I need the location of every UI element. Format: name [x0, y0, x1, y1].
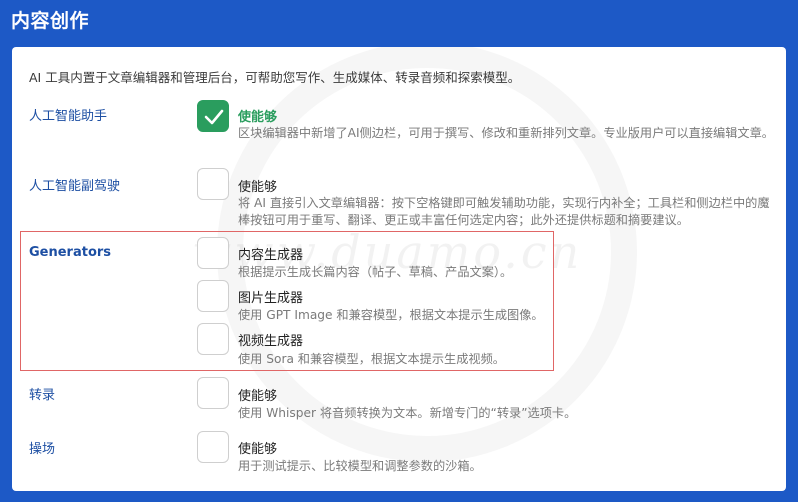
option-video-generator[interactable]: 视频生成器	[238, 330, 303, 349]
desc-image-generator: 使用 GPT Image 和兼容模型，根据文本提示生成图像。	[238, 308, 544, 322]
option-content-generator[interactable]: 内容生成器	[238, 244, 303, 263]
checkbox-ai-assistant[interactable]	[197, 100, 229, 132]
option-ai-copilot-enable[interactable]: 使能够	[238, 176, 277, 195]
checkbox-content-generator[interactable]	[197, 237, 229, 269]
checkbox-ai-copilot[interactable]	[197, 168, 229, 200]
option-ai-assistant-enable[interactable]: 使能够	[238, 106, 277, 125]
desc-video-generator: 使用 Sora 和兼容模型，根据文本提示生成视频。	[238, 352, 505, 366]
desc-ai-assistant: 区块编辑器中新增了AI侧边栏，可用于撰写、修改和重新排列文章。专业版用户可以直接…	[238, 126, 774, 140]
desc-transcription: 使用 Whisper 将音频转换为文本。新增专门的“转录”选项卡。	[238, 406, 577, 420]
settings-panel: www.duamo.cn AI 工具内置于文章编辑器和管理后台，可帮助您写作、生…	[12, 47, 786, 491]
checkbox-image-generator[interactable]	[197, 280, 229, 312]
option-image-generator[interactable]: 图片生成器	[238, 287, 303, 306]
option-transcription-enable[interactable]: 使能够	[238, 385, 277, 404]
checkbox-video-generator[interactable]	[197, 323, 229, 355]
option-playground-enable[interactable]: 使能够	[238, 438, 277, 457]
label-ai-copilot: 人工智能副驾驶	[29, 179, 121, 194]
check-icon	[204, 109, 224, 125]
desc-ai-copilot: 将 AI 直接引入文章编辑器：按下空格键即可触发辅助功能，实现行内补全；工具栏和…	[238, 196, 770, 227]
header-bar: 内容创作	[0, 0, 798, 44]
desc-content-generator: 根据提示生成长篇内容（帖子、草稿、产品文案）。	[238, 265, 513, 279]
desc-playground: 用于测试提示、比较模型和调整参数的沙箱。	[238, 459, 482, 473]
checkbox-transcription[interactable]	[197, 377, 229, 409]
checkbox-playground[interactable]	[197, 431, 229, 463]
label-ai-assistant: 人工智能助手	[29, 109, 108, 124]
intro-text: AI 工具内置于文章编辑器和管理后台，可帮助您写作、生成媒体、转录音频和探索模型…	[29, 70, 521, 85]
page-title: 内容创作	[11, 10, 90, 32]
label-transcription: 转录	[29, 388, 56, 403]
label-generators: Generators	[29, 245, 112, 260]
label-playground: 操场	[29, 442, 56, 457]
